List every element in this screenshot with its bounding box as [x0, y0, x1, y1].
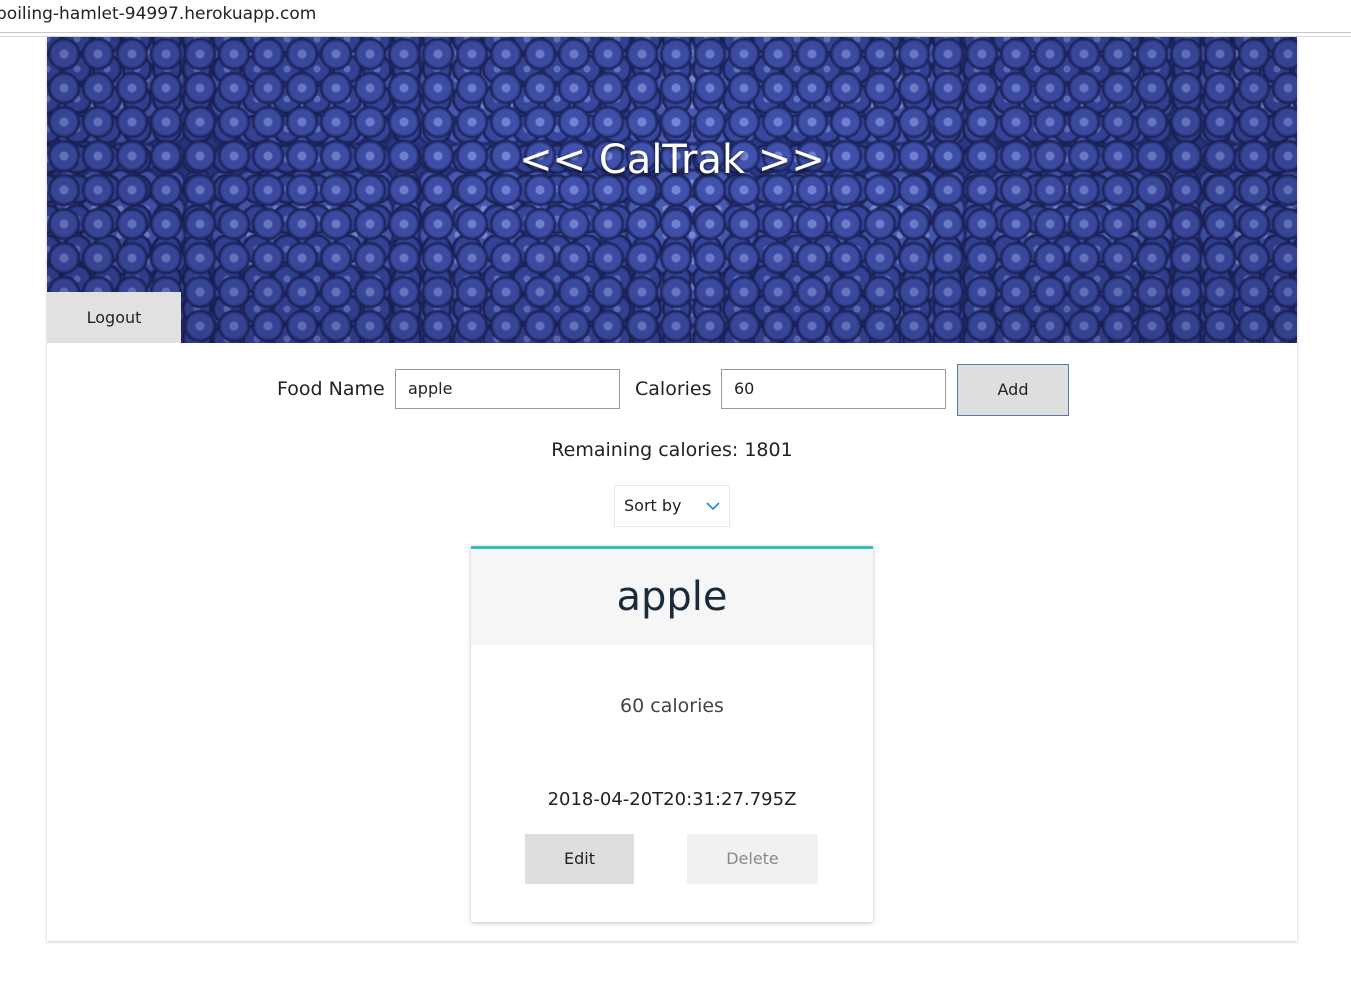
app-title: << CalTrak >> [519, 137, 825, 183]
sort-by-dropdown[interactable]: Sort by [614, 485, 730, 527]
calories-input[interactable]: 60 [721, 369, 946, 409]
food-entry-timestamp: 2018-04-20T20:31:27.795Z [547, 789, 797, 810]
chevron-down-icon [706, 502, 720, 511]
food-entry-card: apple 60 calories 2018-04-20T20:31:27.79… [471, 546, 873, 922]
browser-address-bar[interactable]: boiling-hamlet-94997.herokuapp.com [0, 0, 1351, 33]
remaining-calories: Remaining calories: 1801 [551, 439, 793, 461]
add-food-form: Food Name apple Calories 60 Add [47, 364, 1297, 418]
delete-button[interactable]: Delete [687, 834, 818, 884]
food-entry-name: apple [616, 574, 728, 620]
food-entry-calories: 60 calories [620, 695, 724, 717]
header-banner: << CalTrak >> Logout [47, 37, 1297, 343]
card-header: apple [471, 549, 873, 645]
edit-button[interactable]: Edit [525, 834, 634, 884]
add-button[interactable]: Add [957, 364, 1069, 416]
food-name-input[interactable]: apple [395, 369, 620, 409]
calories-label: Calories [635, 378, 712, 400]
app-container: << CalTrak >> Logout Food Name apple Cal… [47, 37, 1297, 941]
sort-by-label: Sort by [624, 496, 682, 515]
banner-image [47, 37, 1297, 343]
food-name-label: Food Name [277, 378, 385, 400]
logout-button[interactable]: Logout [47, 292, 181, 343]
url-text[interactable]: boiling-hamlet-94997.herokuapp.com [0, 4, 316, 24]
